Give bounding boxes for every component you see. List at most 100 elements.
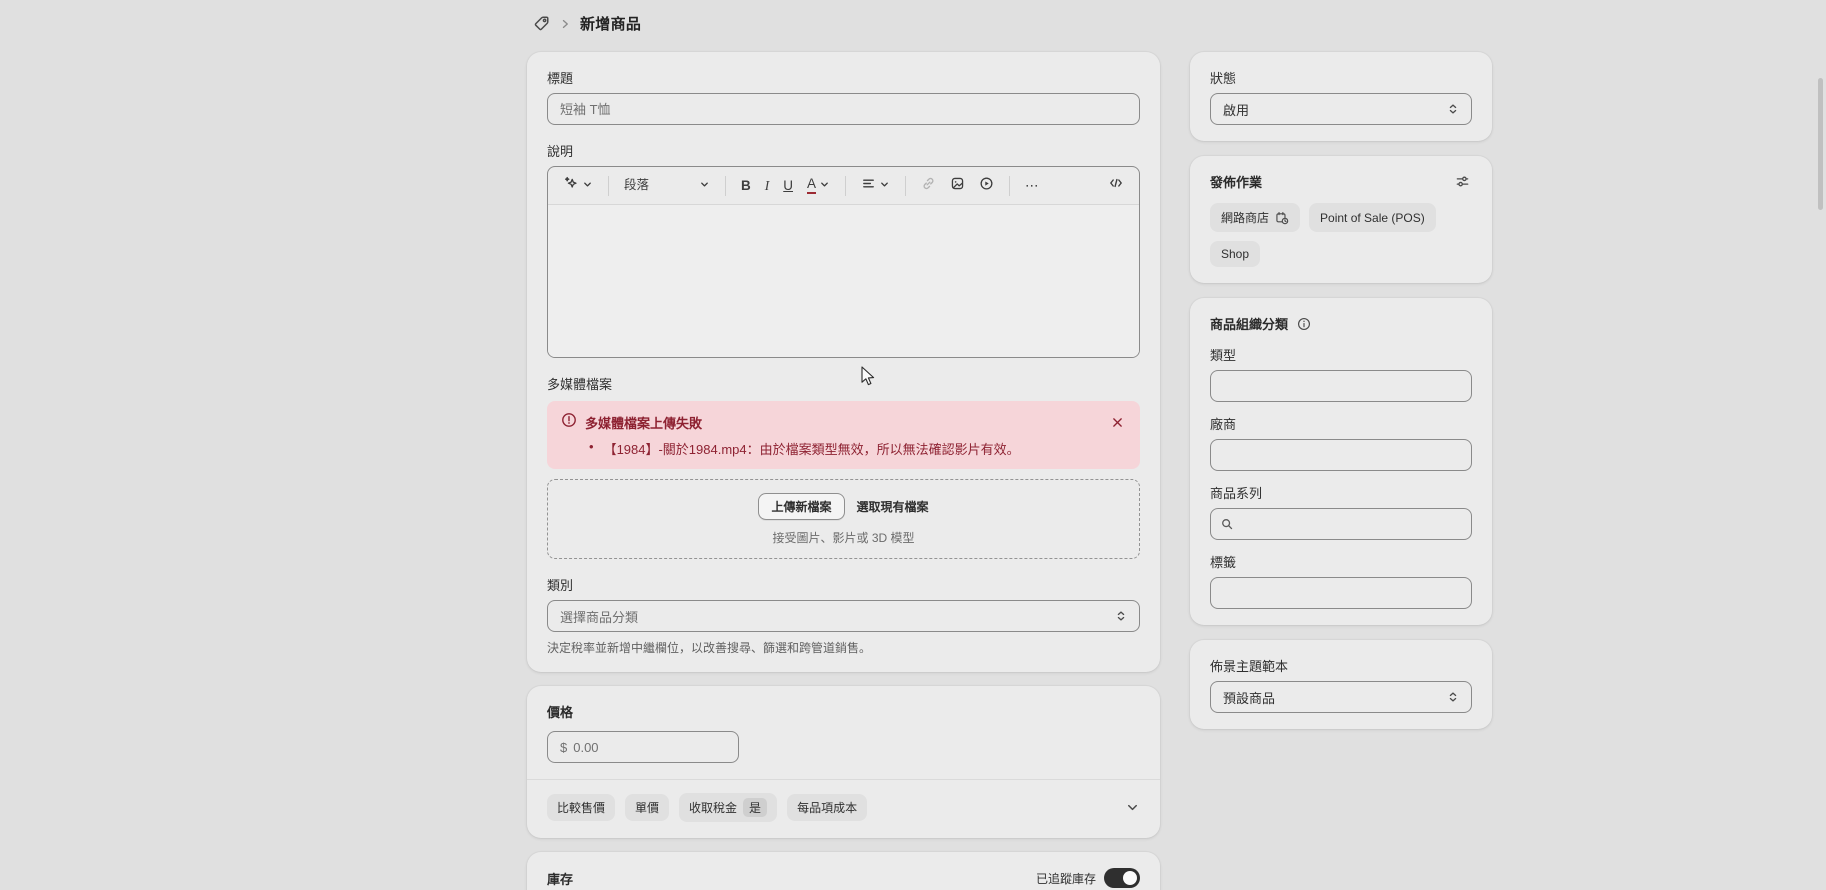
theme-template-label: 佈景主題範本 [1210,656,1472,675]
code-icon [1108,175,1124,196]
error-banner-title: 多媒體檔案上傳失敗 [585,413,1101,432]
price-field[interactable]: $ [547,731,739,763]
pricing-divider [527,779,1160,780]
upload-new-file-button[interactable]: 上傳新檔案 [758,493,844,520]
error-banner-item: • 【1984】-關於1984.mp4：由於檔案類型無效，所以無法確認影片有效。 [589,439,1126,458]
chevron-down-icon [879,177,890,195]
charge-tax-chip[interactable]: 收取稅金 是 [679,793,777,822]
select-caret-icon [1115,610,1127,622]
theme-template-select[interactable]: 預設商品 [1210,681,1472,713]
collections-label: 商品系列 [1210,483,1472,502]
paragraph-style-dropdown[interactable]: 段落 [619,173,715,199]
category-select[interactable]: 選擇商品分類 [547,600,1140,632]
media-upload-error-banner: 多媒體檔案上傳失敗 • 【1984】-關於1984.mp4：由於檔案類型無效，所… [547,401,1140,469]
video-play-icon [979,176,994,196]
toolbar-separator [1009,176,1010,196]
link-icon [921,176,936,196]
status-select[interactable]: 啟用 [1210,93,1472,125]
alignment-button[interactable] [856,172,895,200]
theme-template-card: 佈景主題範本 預設商品 [1190,640,1492,729]
chevron-down-icon [699,177,710,195]
inventory-tracked-label: 已追蹤庫存 [1036,870,1096,887]
toolbar-separator [905,176,906,196]
insert-video-button[interactable] [974,172,999,200]
chevron-right-icon [559,18,571,30]
category-label: 類別 [547,575,1140,594]
vendor-label: 廠商 [1210,414,1472,433]
editor-toolbar: 段落 B I U A [548,167,1139,205]
toolbar-separator [725,176,726,196]
price-input[interactable] [573,740,726,755]
currency-prefix: $ [560,740,567,755]
ai-magic-button[interactable] [558,171,598,200]
chevron-down-icon [582,177,593,195]
calendar-clock-icon [1275,211,1289,225]
italic-button[interactable]: I [760,175,775,197]
publishing-title: 發佈作業 [1210,172,1262,191]
error-banner-message: 【1984】-關於1984.mp4：由於檔案類型無效，所以無法確認影片有效。 [604,439,1020,458]
select-existing-file-button[interactable]: 選取現有檔案 [857,498,929,515]
more-options-button[interactable]: ⋯ [1020,175,1045,197]
toggle-knob [1123,871,1137,885]
bold-button[interactable]: B [736,175,756,197]
underline-button[interactable]: U [778,175,798,197]
scrollbar-thumb[interactable] [1818,78,1823,210]
align-left-icon [861,176,876,196]
description-label: 說明 [547,141,1140,160]
sparkle-icon [563,175,579,196]
description-textarea[interactable] [548,205,1139,357]
page-content: 標題 說明 [527,52,1492,890]
tags-label: 標籤 [1210,552,1472,571]
select-caret-icon [1447,691,1459,703]
close-icon[interactable] [1109,414,1126,431]
channel-shop[interactable]: Shop [1210,241,1260,267]
product-details-card: 標題 說明 [527,52,1160,672]
expand-pricing-chevron-icon[interactable] [1125,800,1140,815]
toolbar-separator [608,176,609,196]
paragraph-style-label: 段落 [624,179,649,192]
collections-input[interactable] [1210,508,1472,540]
vendor-input[interactable] [1210,439,1472,471]
rich-text-editor: 段落 B I U A [547,166,1140,358]
tag-icon[interactable] [533,15,550,32]
title-input[interactable] [547,93,1140,125]
status-label: 狀態 [1210,68,1472,87]
chevron-down-icon [819,177,830,195]
media-dropzone[interactable]: 上傳新檔案 選取現有檔案 接受圖片、影片或 3D 模型 [547,479,1140,559]
unit-price-chip[interactable]: 單價 [625,794,669,821]
type-input[interactable] [1210,370,1472,402]
title-label: 標題 [547,68,1140,87]
manage-channels-icon[interactable] [1453,172,1472,191]
select-caret-icon [1447,103,1459,115]
cost-per-item-chip[interactable]: 每品項成本 [787,794,867,821]
category-select-value: 選擇商品分類 [560,607,638,626]
dropzone-hint: 接受圖片、影片或 3D 模型 [558,529,1129,546]
breadcrumb: 新增商品 [533,13,641,34]
inventory-title: 庫存 [547,869,573,888]
category-help-text: 決定稅率並新增中繼欄位，以改善搜尋、篩選和跨管道銷售。 [547,639,1140,656]
link-button[interactable] [916,172,941,200]
charge-tax-value-badge: 是 [743,798,767,817]
compare-at-price-chip[interactable]: 比較售價 [547,794,615,821]
channel-online-store[interactable]: 網路商店 [1210,203,1300,232]
organization-card: 商品組織分類 類型 廠商 商品系列 [1190,298,1492,625]
inventory-tracked-toggle[interactable] [1104,868,1140,888]
main-column: 標題 說明 [527,52,1160,890]
organization-title: 商品組織分類 [1210,314,1288,333]
status-select-value: 啟用 [1223,100,1249,119]
show-html-button[interactable] [1103,171,1129,200]
info-icon[interactable] [1295,315,1313,333]
insert-image-button[interactable] [945,172,970,200]
side-column: 狀態 啟用 發佈作業 [1190,52,1492,890]
text-color-button[interactable]: A [802,173,835,199]
bullet-marker: • [589,439,594,458]
media-label: 多媒體檔案 [547,374,1140,393]
tags-input[interactable] [1210,577,1472,609]
publishing-card: 發佈作業 網路商店 [1190,156,1492,283]
type-label: 類型 [1210,345,1472,364]
toolbar-separator [845,176,846,196]
theme-template-value: 預設商品 [1223,688,1275,707]
page-title: 新增商品 [580,13,641,34]
channel-pos[interactable]: Point of Sale (POS) [1309,203,1436,232]
pricing-title: 價格 [547,702,1140,721]
